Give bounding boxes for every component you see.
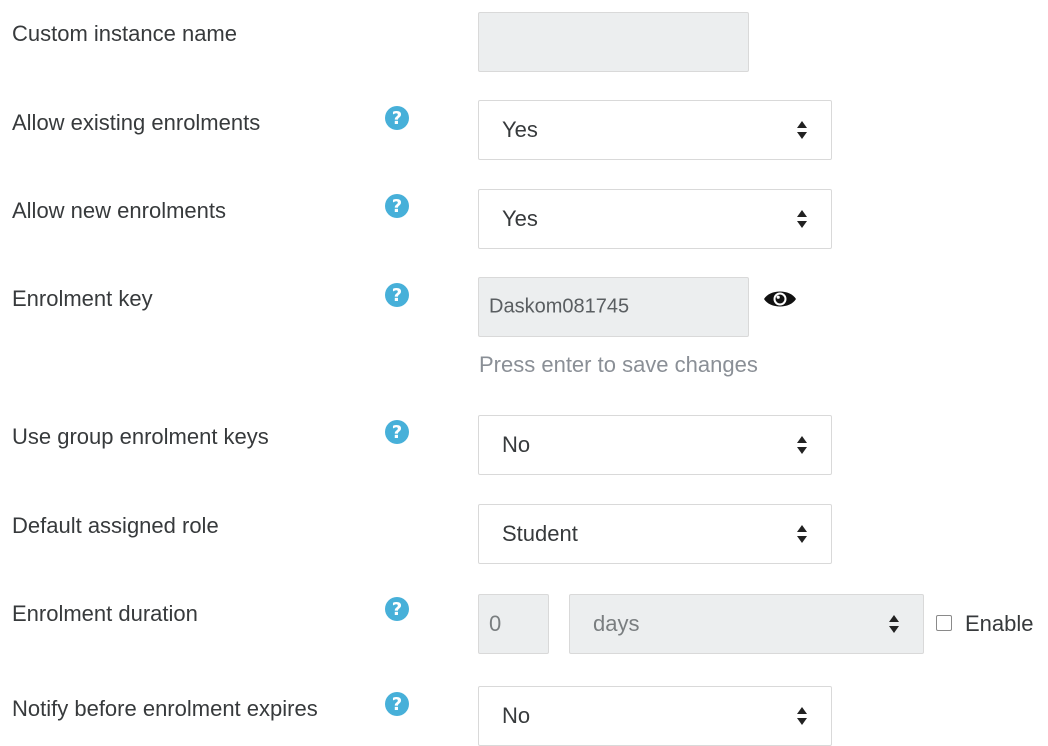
sort-arrows-icon [797, 525, 807, 543]
sort-arrows-icon [797, 121, 807, 139]
enable-checkbox-label[interactable]: Enable [965, 611, 1034, 637]
enrolment-key-hint: Press enter to save changes [479, 352, 758, 377]
help-icon[interactable]: ? [385, 597, 409, 621]
help-icon[interactable]: ? [385, 194, 409, 218]
custom-instance-name-input[interactable] [478, 12, 749, 72]
enrolment-duration-number-input[interactable]: 0 [478, 594, 549, 654]
sort-arrows-icon [797, 210, 807, 228]
enrolment-duration-unit-value: days [593, 611, 640, 636]
default-assigned-role-select[interactable]: Student [478, 504, 832, 564]
use-group-enrolment-keys-select[interactable]: No [478, 415, 832, 475]
notify-before-expiry-label: Notify before enrolment expires [12, 696, 318, 721]
enrolment-key-label: Enrolment key [12, 286, 153, 311]
use-group-enrolment-keys-value: No [502, 432, 531, 457]
notify-before-expiry-value: No [502, 703, 531, 728]
custom-instance-name-label: Custom instance name [12, 21, 237, 46]
help-icon[interactable]: ? [385, 420, 409, 444]
enrolment-duration-number-value: 0 [489, 611, 502, 636]
allow-existing-enrolments-label: Allow existing enrolments [12, 110, 261, 135]
allow-new-enrolments-select[interactable]: Yes [478, 189, 832, 249]
allow-new-enrolments-label: Allow new enrolments [12, 198, 226, 223]
enrolment-key-input[interactable]: Daskom081745 [478, 277, 749, 337]
enrolment-key-value: Daskom081745 [489, 295, 630, 318]
sort-arrows-icon [797, 707, 807, 725]
help-icon[interactable]: ? [385, 106, 409, 130]
enrolment-duration-label: Enrolment duration [12, 601, 198, 626]
sort-arrows-icon [797, 436, 807, 454]
help-icon[interactable]: ? [385, 283, 409, 307]
enable-checkbox[interactable] [936, 615, 952, 631]
default-assigned-role-value: Student [502, 521, 578, 546]
enrolment-duration-unit-select[interactable]: days [569, 594, 924, 654]
allow-new-enrolments-value: Yes [502, 206, 538, 231]
sort-arrows-icon [889, 615, 899, 633]
allow-existing-enrolments-select[interactable]: Yes [478, 100, 832, 160]
notify-before-expiry-select[interactable]: No [478, 686, 832, 746]
eye-icon[interactable] [763, 287, 797, 311]
allow-existing-enrolments-value: Yes [502, 117, 538, 142]
default-assigned-role-label: Default assigned role [12, 513, 219, 538]
help-icon[interactable]: ? [385, 692, 409, 716]
use-group-enrolment-keys-label: Use group enrolment keys [12, 424, 269, 449]
